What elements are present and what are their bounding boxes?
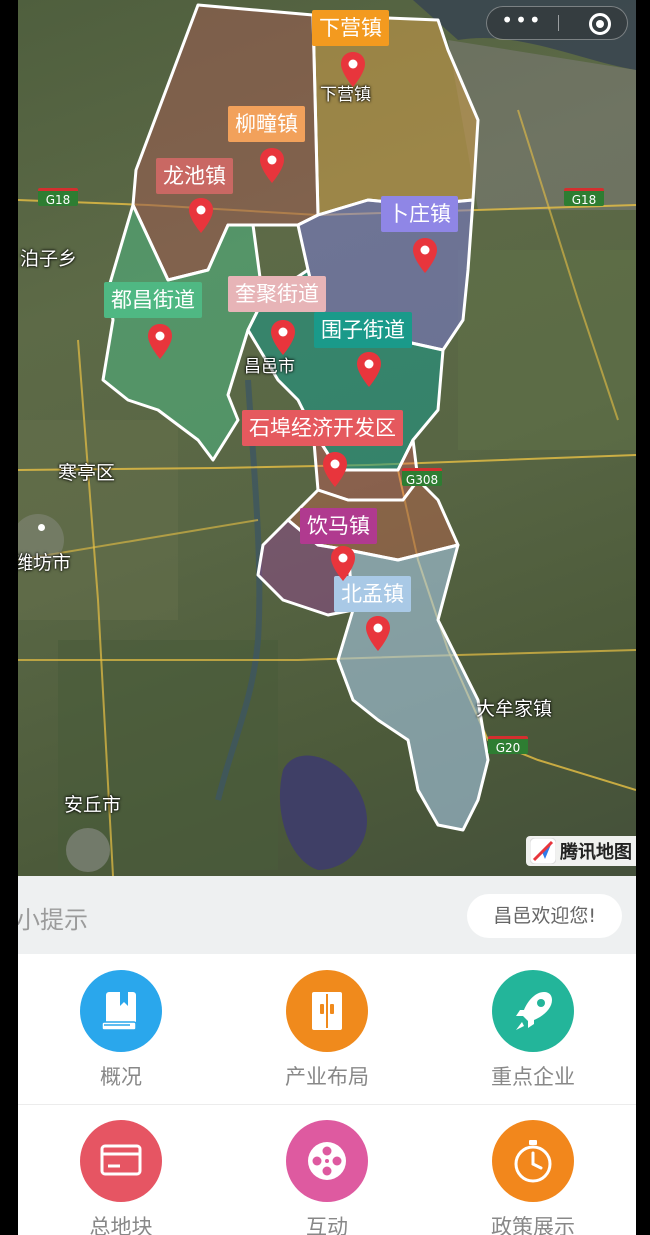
map-pin-icon[interactable] — [340, 52, 366, 88]
capsule-divider — [558, 15, 559, 31]
close-miniprogram-icon[interactable] — [589, 13, 611, 35]
menu-item-label: 总地块 — [89, 1215, 153, 1235]
more-options-button[interactable]: ••• — [487, 7, 557, 39]
menu-item-label: 概况 — [100, 1065, 142, 1089]
map-pin-icon[interactable] — [270, 320, 296, 356]
tencent-map-icon — [529, 837, 557, 865]
door-icon — [286, 970, 368, 1052]
town-label-weizi[interactable]: 围子街道 — [314, 312, 412, 348]
town-label-kuiju[interactable]: 奎聚街道 — [228, 276, 326, 312]
city-dot — [38, 524, 45, 531]
road-shield: G308 — [402, 468, 442, 487]
place-label: 潍坊市 — [18, 552, 72, 574]
road-shield: G18 — [564, 188, 604, 207]
stopwatch-icon — [492, 1120, 574, 1202]
town-label-yinma[interactable]: 饮马镇 — [300, 508, 377, 544]
film-reel-icon — [286, 1120, 368, 1202]
map-pin-icon[interactable] — [259, 148, 285, 184]
book-icon — [80, 970, 162, 1052]
menu-item-label: 政策展示 — [491, 1215, 575, 1235]
place-label: 泊子乡 — [20, 248, 78, 270]
town-label-xiaying[interactable]: 下营镇 — [312, 10, 389, 46]
town-label-duchang[interactable]: 都昌街道 — [104, 282, 202, 318]
map-view[interactable]: 泊子乡 寒亭区 潍坊市 安丘市 大牟家镇 昌邑市 下营镇 G18 G18 G30… — [18, 0, 636, 876]
menu-item-label: 产业布局 — [285, 1065, 369, 1089]
card-icon — [80, 1120, 162, 1202]
menu-item-policy-display[interactable]: 政策展示 — [430, 1104, 636, 1235]
map-provider-logo: 腾讯地图 — [526, 836, 636, 866]
map-pin-icon[interactable] — [365, 616, 391, 652]
app-screen: 泊子乡 寒亭区 潍坊市 安丘市 大牟家镇 昌邑市 下营镇 G18 G18 G30… — [18, 0, 636, 1235]
menu-item-industry-layout[interactable]: 产业布局 — [224, 954, 430, 1104]
map-pin-icon[interactable] — [330, 546, 356, 582]
miniprogram-capsule: ••• — [486, 6, 628, 40]
map-pin-icon[interactable] — [147, 324, 173, 360]
menu-item-total-land[interactable]: 总地块 — [18, 1104, 224, 1235]
map-pin-icon[interactable] — [356, 352, 382, 388]
town-label-shibu[interactable]: 石埠经济开发区 — [242, 410, 403, 446]
map-pin-icon[interactable] — [188, 198, 214, 234]
menu-item-interaction[interactable]: 互动 — [224, 1104, 430, 1235]
feature-menu: 概况 产业布局 重点企业 总地块 互动 政策展示 — [18, 954, 636, 1235]
rocket-icon — [492, 970, 574, 1052]
place-label: 寒亭区 — [58, 462, 116, 484]
town-label-buzhuang[interactable]: 卜庄镇 — [381, 196, 458, 232]
town-label-longchi[interactable]: 龙池镇 — [156, 158, 233, 194]
map-pin-icon[interactable] — [322, 452, 348, 488]
place-label: 大牟家镇 — [476, 698, 553, 720]
menu-item-overview[interactable]: 概况 — [18, 954, 224, 1104]
road-shield: G18 — [38, 188, 78, 207]
welcome-message: 昌邑欢迎您! — [467, 894, 622, 938]
menu-item-label: 互动 — [306, 1215, 348, 1235]
road-shield: G20 — [488, 736, 528, 755]
map-provider-name: 腾讯地图 — [560, 842, 632, 863]
tips-title: 小提示 — [18, 906, 88, 934]
place-label: 安丘市 — [64, 794, 122, 816]
menu-item-label: 重点企业 — [491, 1065, 575, 1089]
menu-item-key-enterprises[interactable]: 重点企业 — [430, 954, 636, 1104]
tips-bar: 小提示 昌邑欢迎您! — [18, 876, 636, 954]
town-label-liutuan[interactable]: 柳疃镇 — [228, 106, 305, 142]
map-pin-icon[interactable] — [412, 238, 438, 274]
